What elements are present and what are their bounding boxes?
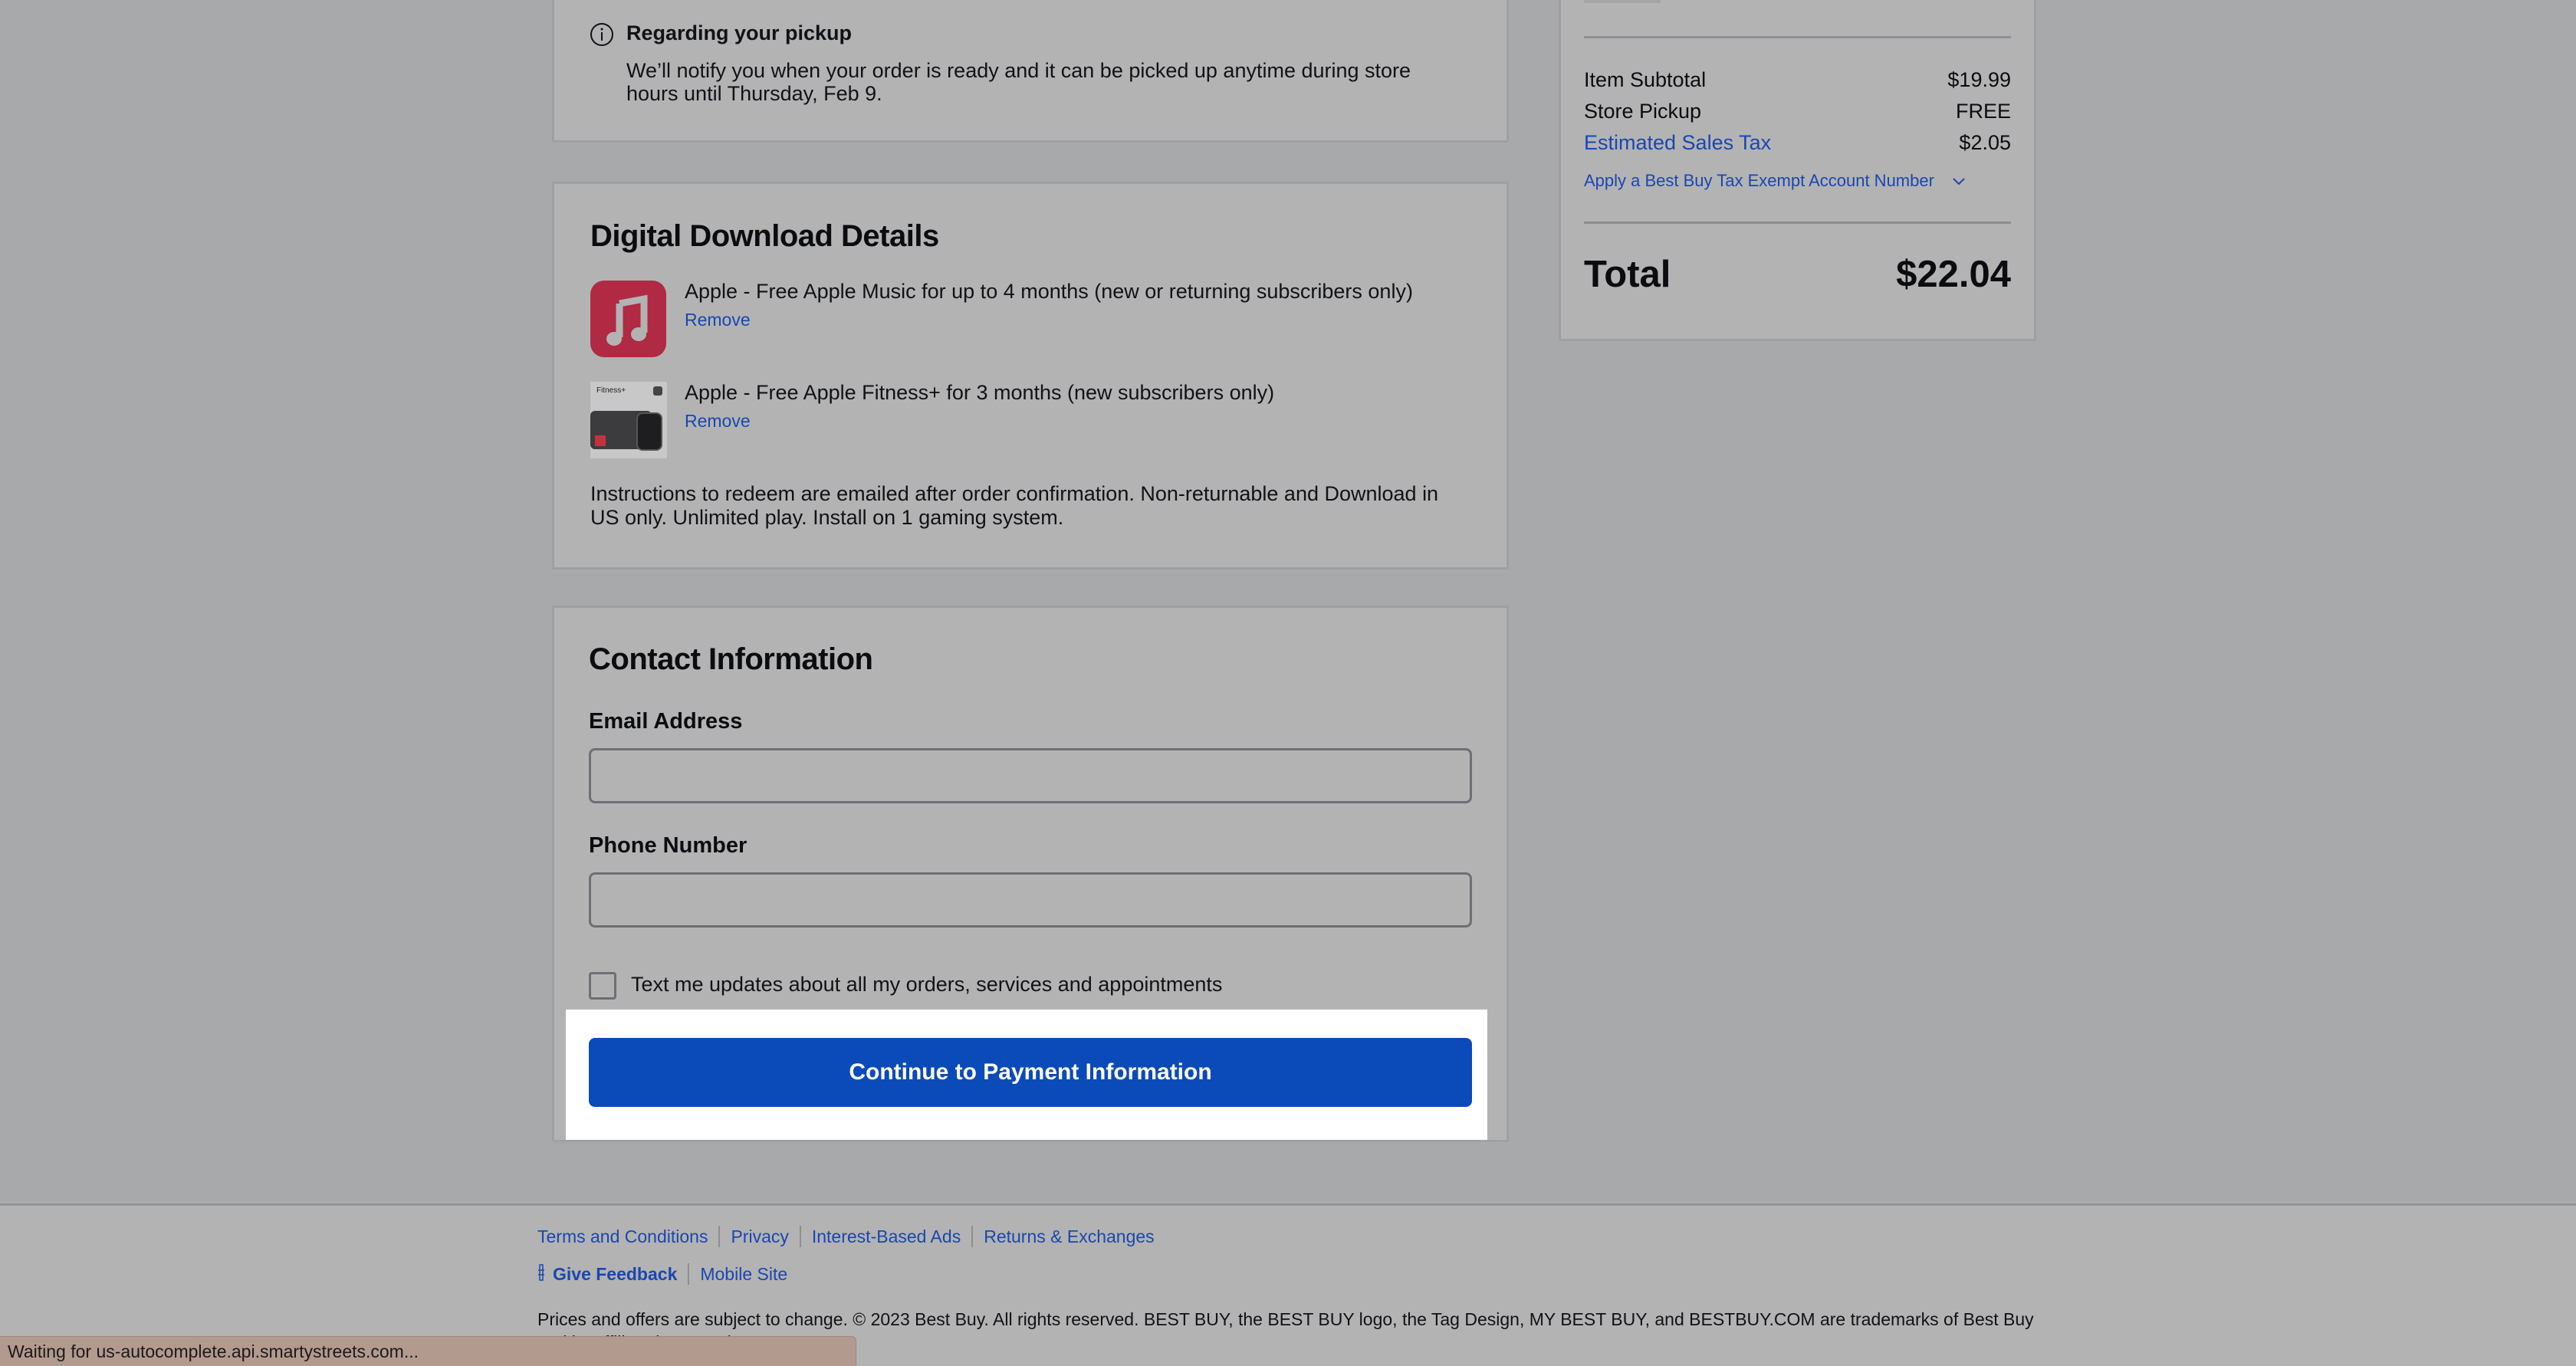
summary-row-tax: Estimated Sales Tax $2.05 (1584, 131, 2011, 155)
summary-row-subtotal: Item Subtotal $19.99 (1584, 68, 2011, 92)
footer-link-interest-based-ads[interactable]: Interest-Based Ads (799, 1226, 971, 1247)
sms-opt-in-label[interactable]: Text me updates about all my orders, ser… (631, 973, 1222, 997)
apple-fitness-thumbnail: Fitness+ (590, 382, 667, 458)
summary-value: FREE (1955, 100, 2011, 123)
tax-exempt-toggle[interactable]: Apply a Best Buy Tax Exempt Account Numb… (1584, 171, 1967, 191)
summary-label: Item Subtotal (1584, 68, 1707, 91)
contact-heading: Contact Information (589, 642, 873, 676)
fitness-thumb-caption: Fitness+ (596, 386, 626, 395)
download-item-title: Apple - Free Apple Music for up to 4 mon… (685, 280, 1413, 303)
email-input[interactable] (589, 748, 1472, 803)
summary-label: Store Pickup (1584, 100, 1702, 123)
browser-status-bar: Waiting for us-autocomplete.api.smartyst… (0, 1336, 856, 1366)
mobile-site-link[interactable]: Mobile Site (688, 1263, 798, 1285)
download-instructions: Instructions to redeem are emailed after… (590, 482, 1439, 529)
estimated-tax-link[interactable]: Estimated Sales Tax (1584, 131, 1771, 155)
email-label: Email Address (589, 709, 743, 734)
remove-link[interactable]: Remove (685, 310, 751, 330)
download-item-title: Apple - Free Apple Fitness+ for 3 months… (685, 381, 1275, 404)
phone-input[interactable] (589, 872, 1472, 928)
pickup-notice-message: We’ll notify you when your order is read… (626, 59, 1411, 105)
summary-value: $2.05 (1959, 131, 2011, 154)
pickup-notice-title: Regarding your pickup (626, 21, 853, 44)
summary-value: $19.99 (1947, 68, 2011, 91)
apple-music-icon (590, 281, 666, 357)
sms-opt-in-checkbox[interactable] (589, 972, 616, 1000)
info-icon (590, 22, 614, 47)
summary-divider (1584, 222, 2011, 224)
give-feedback-link[interactable]: Give Feedback (553, 1263, 688, 1285)
tax-exempt-link[interactable]: Apply a Best Buy Tax Exempt Account Numb… (1584, 171, 1934, 191)
footer-link-privacy[interactable]: Privacy (718, 1226, 799, 1247)
feedback-icon (537, 1263, 545, 1285)
browser-status-text: Waiting for us-autocomplete.api.smartyst… (8, 1341, 419, 1361)
chevron-down-icon (1951, 171, 1967, 191)
total-row: Total $22.04 (1584, 253, 2011, 296)
total-label: Total (1584, 254, 1671, 295)
summary-row-pickup: Store Pickup FREE (1584, 100, 2011, 123)
footer-link-returns[interactable]: Returns & Exchanges (971, 1226, 1165, 1247)
footer-links: Terms and Conditions Privacy Interest-Ba… (537, 1226, 1165, 1247)
total-value: $22.04 (1896, 254, 2011, 295)
continue-to-payment-button[interactable]: Continue to Payment Information (589, 1038, 1472, 1107)
remove-link[interactable]: Remove (685, 411, 751, 432)
order-item-placeholder (1584, 0, 1661, 3)
digital-download-heading: Digital Download Details (590, 219, 939, 253)
footer-secondary-links: Give Feedback Mobile Site (537, 1263, 798, 1285)
phone-label: Phone Number (589, 833, 748, 858)
footer-link-terms[interactable]: Terms and Conditions (537, 1226, 718, 1247)
summary-divider (1584, 36, 2011, 38)
